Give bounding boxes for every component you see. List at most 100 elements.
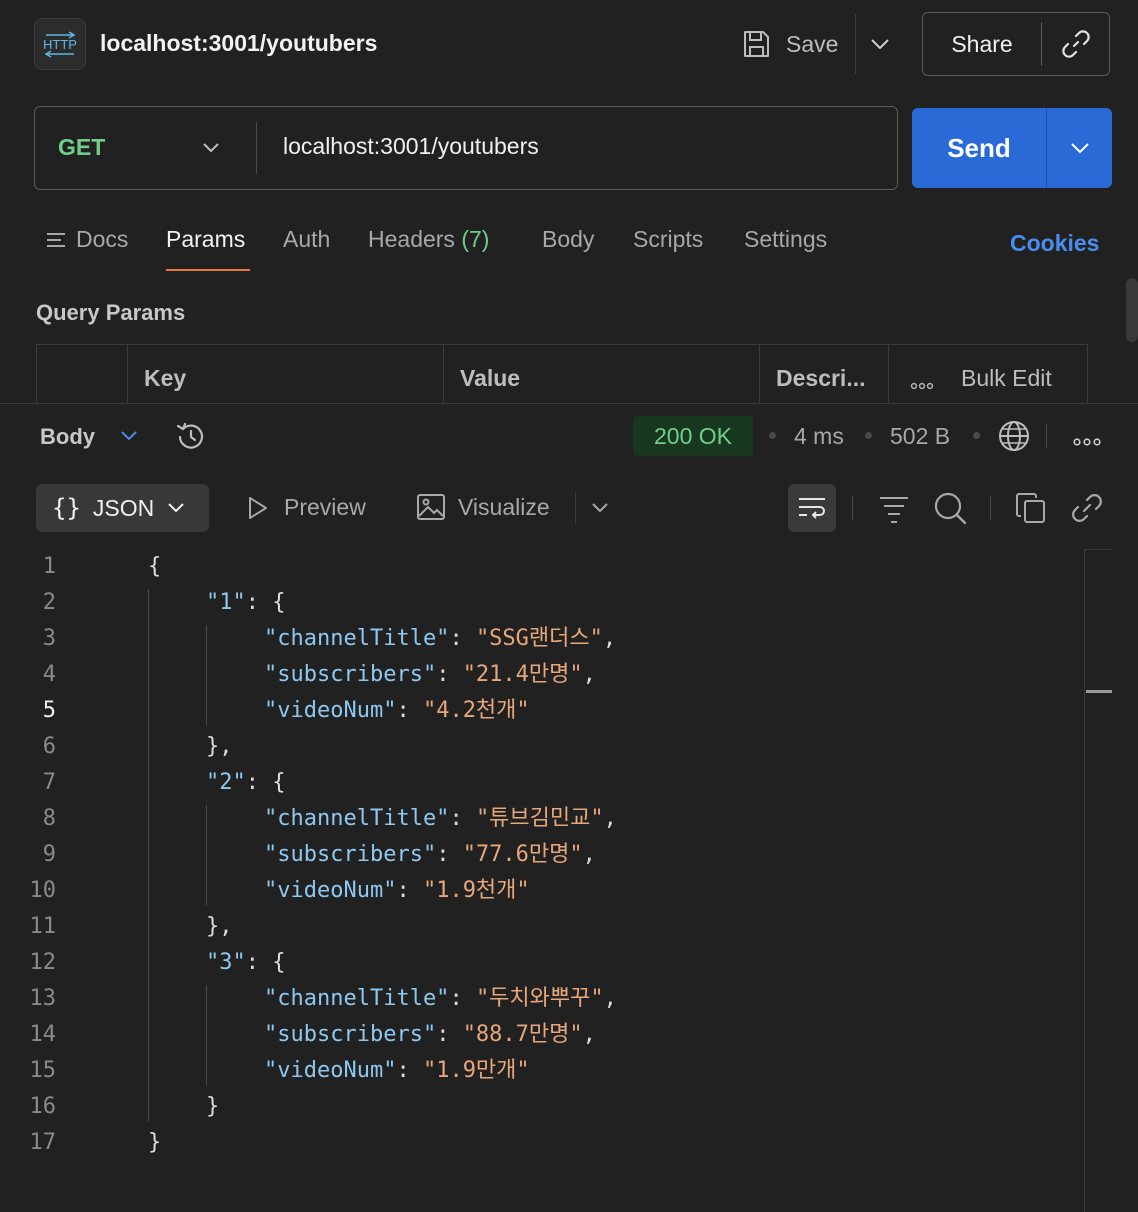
indent-guide [206, 985, 207, 1085]
code-line: 10 "videoNum": "1.9천개" [0, 873, 1084, 909]
response-more-button[interactable] [1072, 433, 1102, 451]
json-punctuation: : { [245, 770, 286, 795]
code-text: "channelTitle": "SSG랜더스", [264, 621, 616, 657]
http-badge-text: HTTP [43, 37, 77, 52]
scrollbar-thumb[interactable] [1086, 690, 1112, 693]
column-divider [759, 344, 760, 404]
request-title[interactable]: localhost:3001/youtubers [100, 30, 377, 57]
column-header-description: Descri... [776, 365, 866, 391]
visualize-button[interactable]: Visualize [416, 492, 550, 522]
editor-scrollbar[interactable] [1084, 549, 1085, 1212]
tab-scripts[interactable]: Scripts [633, 226, 703, 253]
response-size[interactable]: 502 B [890, 423, 950, 450]
tab-body[interactable]: Body [542, 226, 594, 253]
response-body-editor[interactable]: 1{2 "1": {3 "channelTitle": "SSG랜더스", 4 "sub… [0, 549, 1084, 1161]
column-header-value: Value [460, 365, 521, 391]
code-line: 7 "2": { [0, 765, 1084, 801]
visualize-options-button[interactable] [588, 496, 612, 525]
tab-settings[interactable]: Settings [744, 226, 827, 253]
json-string: "4.2천개" [422, 698, 530, 723]
json-punctuation: , [582, 1022, 596, 1047]
save-options-button[interactable] [866, 30, 894, 58]
chevron-down-icon [592, 503, 608, 513]
tab-params[interactable]: Params [166, 226, 245, 253]
json-string: "튜브김민교" [475, 806, 604, 831]
json-key: "subscribers" [264, 662, 437, 687]
json-string: "88.7만명" [462, 1022, 583, 1047]
json-key: "subscribers" [264, 842, 437, 867]
code-text: } [148, 1125, 161, 1161]
bulk-edit-button[interactable]: Bulk Edit [961, 365, 1052, 392]
line-number: 11 [29, 914, 57, 939]
json-key: "videoNum" [264, 698, 397, 723]
json-punctuation: : [396, 1058, 423, 1083]
json-key: "videoNum" [264, 1058, 397, 1083]
network-info-button[interactable] [997, 419, 1031, 458]
tab-docs[interactable]: Docs [46, 226, 128, 253]
format-select[interactable]: {} JSON [36, 484, 209, 532]
line-number: 3 [42, 626, 56, 651]
tab-headers-label: Headers [368, 226, 455, 252]
word-wrap-icon [799, 498, 825, 519]
copy-link-button[interactable] [1070, 490, 1104, 531]
send-options-button[interactable] [1047, 141, 1112, 155]
divider [852, 496, 853, 520]
share-button[interactable]: Share [923, 31, 1041, 58]
line-number: 2 [42, 590, 56, 615]
copy-link-button[interactable] [1042, 28, 1109, 60]
code-line: 4 "subscribers": "21.4만명", [0, 657, 1084, 693]
response-time[interactable]: 4 ms [794, 423, 844, 450]
json-key: "channelTitle" [264, 626, 450, 651]
pane-resize-handle[interactable] [0, 403, 1138, 404]
code-text: "1": { [206, 585, 286, 621]
word-wrap-button[interactable] [788, 484, 836, 532]
column-divider [127, 344, 128, 404]
floppy-disk-icon [744, 31, 769, 57]
save-button[interactable]: Save [740, 22, 838, 66]
history-button[interactable] [174, 420, 208, 459]
tab-headers[interactable]: Headers (7) [368, 226, 489, 253]
send-button[interactable]: Send [912, 133, 1046, 164]
separator-dot [865, 432, 872, 439]
code-line: 11}, [0, 909, 1084, 945]
divider [1046, 424, 1047, 448]
json-punctuation: { [148, 554, 162, 579]
line-number: 9 [42, 842, 56, 867]
search-icon [934, 492, 967, 525]
method-select[interactable]: GET [58, 134, 105, 161]
code-text: "videoNum": "1.9천개" [264, 873, 530, 909]
code-text: "videoNum": "4.2천개" [264, 693, 530, 729]
json-punctuation: : [436, 1022, 463, 1047]
chevron-down-icon [203, 143, 219, 153]
json-punctuation: : [436, 842, 463, 867]
preview-button[interactable]: Preview [244, 494, 366, 521]
separator-dot [973, 432, 980, 439]
filter-button[interactable] [878, 490, 910, 531]
share-button-group: Share [922, 12, 1110, 76]
scrollbar-track-top [1084, 549, 1112, 550]
code-line: 8 "channelTitle": "튜브김민교", [0, 801, 1084, 837]
tab-auth[interactable]: Auth [283, 226, 330, 253]
json-punctuation: : [449, 986, 476, 1011]
response-body-dropdown[interactable] [118, 424, 140, 451]
search-button[interactable] [932, 490, 968, 531]
code-line: 15 "videoNum": "1.9만개" [0, 1053, 1084, 1089]
cookies-link[interactable]: Cookies [1010, 230, 1099, 257]
json-string: "두치와뿌꾸" [475, 986, 604, 1011]
url-input[interactable]: localhost:3001/youtubers [283, 133, 539, 160]
code-text: "channelTitle": "두치와뿌꾸", [264, 981, 617, 1017]
json-punctuation: : [449, 626, 476, 651]
separator-dot [769, 432, 776, 439]
copy-button[interactable] [1014, 490, 1048, 531]
chevron-down-icon [871, 39, 889, 50]
status-badge[interactable]: 200 OK [633, 416, 753, 456]
scrollbar[interactable] [1126, 278, 1138, 342]
response-body-label[interactable]: Body [40, 424, 95, 450]
line-number: 8 [42, 806, 56, 831]
json-string: "SSG랜더스" [475, 626, 603, 651]
query-params-table [36, 344, 1088, 404]
code-text: } [206, 1089, 219, 1125]
more-options-button[interactable] [910, 377, 934, 395]
method-dropdown[interactable] [198, 134, 224, 165]
divider [256, 122, 257, 174]
